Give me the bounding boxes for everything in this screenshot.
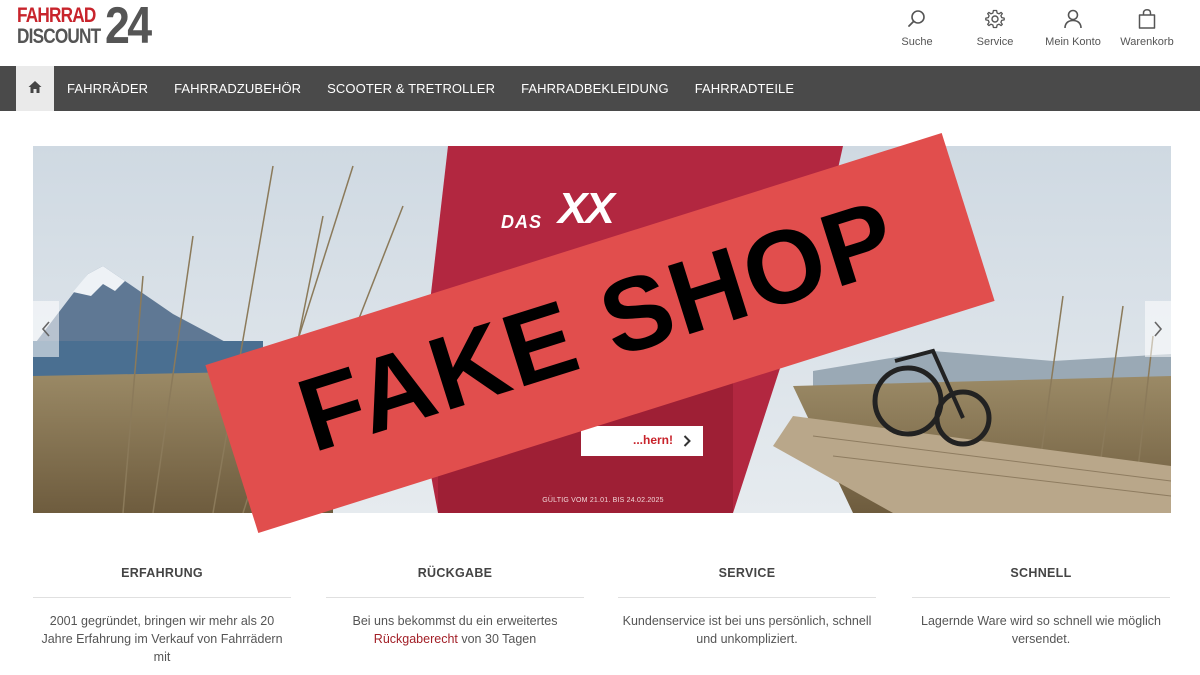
nav-items: FAHRRÄDER FAHRRADZUBEHÖR SCOOTER & TRETR… — [54, 66, 807, 111]
cart-button[interactable]: Warenkorb — [1112, 6, 1182, 56]
header-actions: Suche Service Mein Konto Warenkorb — [878, 6, 1200, 56]
logo[interactable]: FAHRRAD DISCOUNT 24 — [17, 0, 157, 55]
hero-prev-button[interactable] — [33, 301, 59, 357]
feature-title: ERFAHRUNG — [121, 566, 203, 580]
nav-item-fahrradzubehoer[interactable]: FAHRRADZUBEHÖR — [161, 66, 314, 111]
main-nav: FAHRRÄDER FAHRRADZUBEHÖR SCOOTER & TRETR… — [0, 66, 1200, 111]
nav-item-fahrradbekleidung[interactable]: FAHRRADBEKLEIDUNG — [508, 66, 682, 111]
chevron-right-icon — [1154, 321, 1163, 337]
account-label: Mein Konto — [1045, 36, 1101, 48]
feature-text: 2001 gegründet, bringen wir mehr als 20 … — [41, 614, 283, 664]
feature-text-after: von 30 Tagen — [461, 632, 537, 646]
feature-divider — [326, 597, 584, 598]
home-icon — [28, 81, 42, 93]
logo-line1: FAHRRAD — [17, 4, 96, 27]
hero-cta-button[interactable]: ...hern! — [581, 426, 703, 456]
chevron-left-icon — [41, 321, 50, 337]
feature-erfahrung: ERFAHRUNG 2001 gegründet, bringen wir me… — [33, 562, 291, 672]
feature-text: Lagernde Ware wird so schnell wie möglic… — [921, 614, 1161, 646]
nav-item-fahrradteile[interactable]: FAHRRADTEILE — [682, 66, 807, 111]
feature-divider — [912, 597, 1170, 598]
feature-service: SERVICE Kundenservice ist bei uns persön… — [618, 562, 876, 672]
search-label: Suche — [901, 36, 933, 48]
hero-next-button[interactable] — [1145, 301, 1171, 357]
logo-line2: DISCOUNT — [17, 25, 101, 48]
service-label: Service — [976, 36, 1014, 48]
feature-divider — [618, 597, 876, 598]
usp-features: ERFAHRUNG 2001 gegründet, bringen wir me… — [33, 562, 1171, 672]
hero-cta-label: ...hern! — [632, 433, 673, 447]
feature-title: SERVICE — [718, 566, 776, 580]
rueckgaberecht-link[interactable]: Rückgaberecht — [374, 632, 458, 646]
hero-validity-text: GÜLTIG VOM 21.01. BIS 24.02.2025 — [542, 497, 664, 504]
service-button[interactable]: Service — [956, 6, 1034, 56]
gear-icon — [985, 9, 1005, 29]
feature-title: RÜCKGABE — [417, 566, 493, 580]
nav-item-fahrraeder[interactable]: FAHRRÄDER — [54, 66, 161, 111]
hero-headline-rest: XX — [558, 184, 615, 233]
feature-divider — [33, 597, 291, 598]
nav-home-button[interactable] — [16, 66, 54, 111]
nav-item-scooter[interactable]: SCOOTER & TRETROLLER — [314, 66, 508, 111]
shopping-bag-icon — [1138, 9, 1156, 29]
feature-title: SCHNELL — [1010, 566, 1072, 580]
site-header: FAHRRAD DISCOUNT 24 Suche Service Mein K… — [0, 0, 1200, 66]
feature-text-before: Bei uns bekommst du ein erweitertes — [352, 614, 558, 628]
chevron-right-icon — [683, 435, 691, 447]
cart-label: Warenkorb — [1120, 36, 1174, 48]
account-button[interactable]: Mein Konto — [1034, 6, 1112, 56]
logo-number: 24 — [105, 0, 152, 55]
hero-headline-das: DAS — [501, 212, 543, 232]
feature-rueckgabe: RÜCKGABE Bei uns bekommst du ein erweite… — [326, 562, 584, 672]
user-icon — [1064, 9, 1082, 29]
search-icon — [908, 10, 925, 27]
feature-schnell: SCHNELL Lagernde Ware wird so schnell wi… — [912, 562, 1170, 672]
search-button[interactable]: Suche — [878, 6, 956, 56]
feature-text: Bei uns bekommst du ein erweitertes Rück… — [326, 612, 584, 648]
feature-text: Kundenservice ist bei uns persönlich, sc… — [622, 614, 872, 646]
